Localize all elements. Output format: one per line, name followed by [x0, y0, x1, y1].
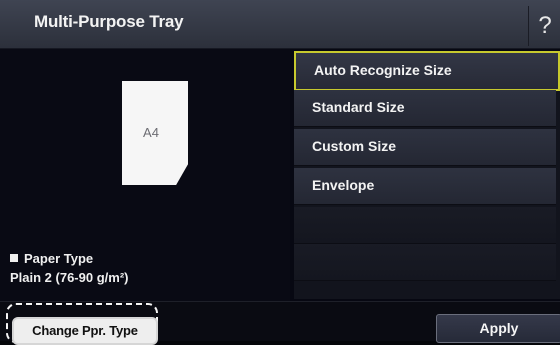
- menu-item-auto-recognize-size[interactable]: Auto Recognize Size: [294, 51, 560, 91]
- page-title: Multi-Purpose Tray: [34, 12, 184, 31]
- menu-empty-row: [294, 244, 556, 281]
- paper-type-heading-text: Paper Type: [24, 251, 94, 266]
- menu-item-standard-size[interactable]: Standard Size: [294, 90, 556, 127]
- help-icon: ?: [538, 12, 552, 39]
- bullet-square-icon: [10, 254, 18, 262]
- help-button[interactable]: ?: [528, 6, 560, 46]
- apply-button[interactable]: Apply: [436, 314, 560, 343]
- menu-item-label: Envelope: [312, 177, 375, 193]
- size-menu: Auto Recognize Size Standard Size Custom…: [294, 51, 560, 299]
- change-paper-type-button[interactable]: Change Ppr. Type: [12, 317, 158, 345]
- menu-empty-row: [294, 207, 556, 244]
- paper-size-label: A4: [143, 125, 159, 140]
- title-bar: Multi-Purpose Tray ?: [0, 0, 560, 49]
- paper-type-value: Plain 2 (76-90 g/m²): [10, 270, 129, 285]
- paper-icon: A4: [122, 81, 188, 185]
- apply-label: Apply: [479, 320, 519, 336]
- paper-preview-panel: A4 Paper Type Plain 2 (76-90 g/m²): [0, 49, 290, 301]
- menu-item-custom-size[interactable]: Custom Size: [294, 129, 556, 166]
- menu-item-label: Auto Recognize Size: [314, 62, 452, 78]
- tray-settings-screen: Multi-Purpose Tray ? A4 Paper Type Plain…: [0, 0, 560, 345]
- change-paper-type-label: Change Ppr. Type: [32, 323, 138, 338]
- bottom-action-bar: Change Ppr. Type Apply: [0, 301, 560, 345]
- menu-item-envelope[interactable]: Envelope: [294, 168, 556, 205]
- paper-type-heading: Paper Type: [10, 251, 93, 266]
- menu-item-label: Custom Size: [312, 138, 397, 154]
- menu-item-label: Standard Size: [312, 99, 405, 115]
